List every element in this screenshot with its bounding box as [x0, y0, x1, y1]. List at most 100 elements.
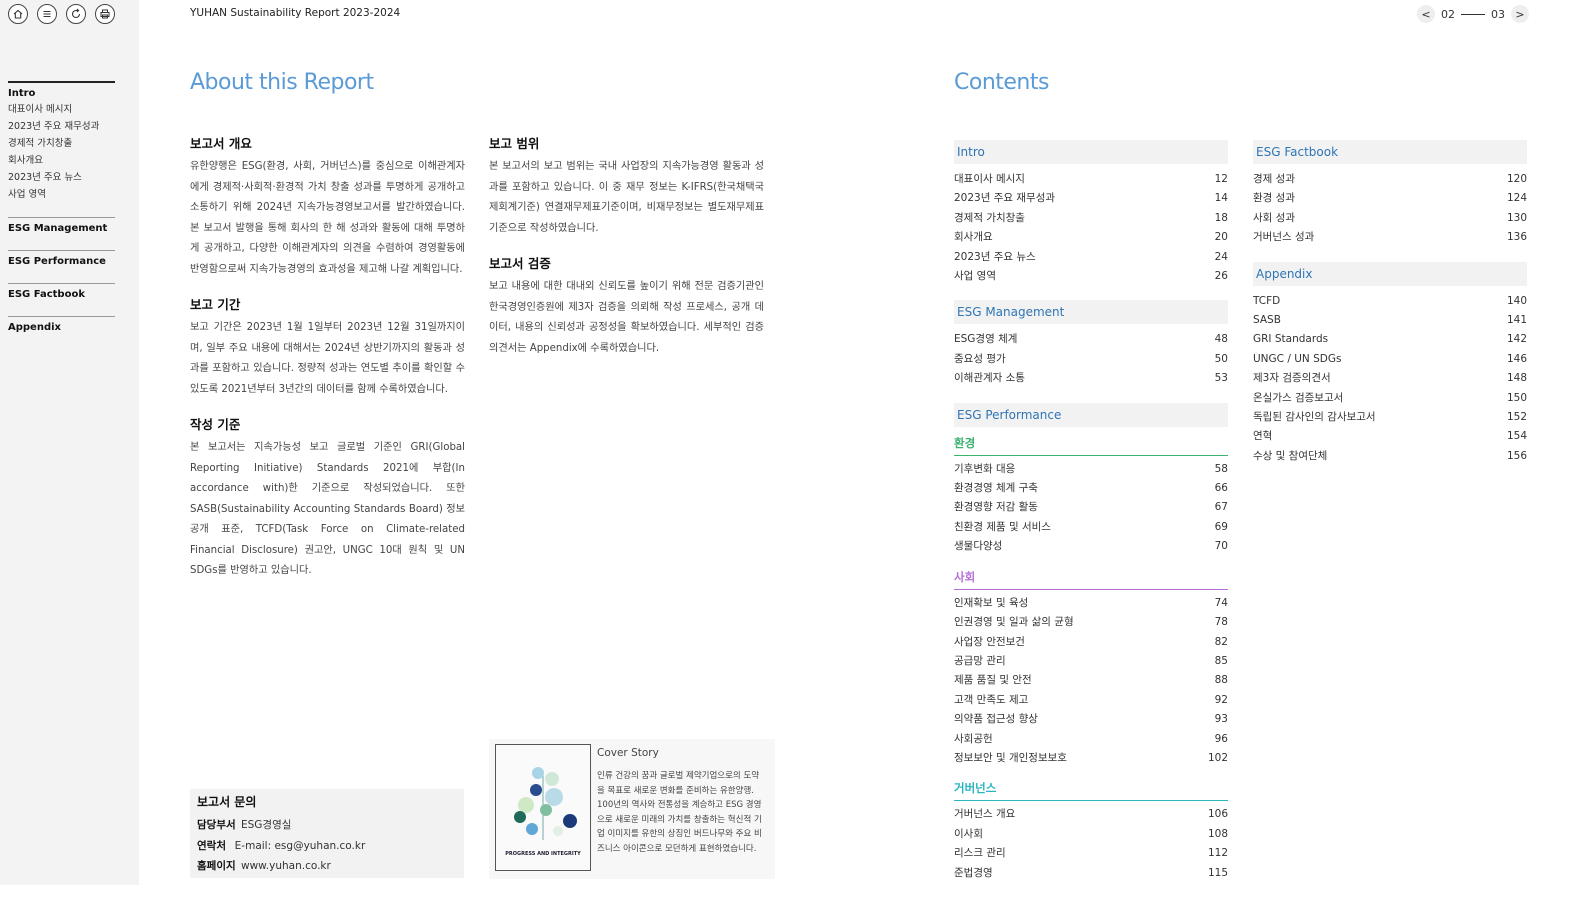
toc-entry-page: 92: [1214, 693, 1228, 706]
toc-entry[interactable]: 2023년 주요 재무성과 14: [954, 189, 1228, 208]
section-heading: 보고 기간: [190, 297, 241, 312]
toc-entry-label: 환경경영 체계 구축: [954, 482, 1038, 495]
nav-title-esg-management[interactable]: ESG Management: [8, 221, 115, 236]
toc-entry-page: 20: [1214, 231, 1228, 244]
toc-group-heading[interactable]: ESG Performance: [954, 402, 1228, 427]
toc-group-heading[interactable]: Intro: [954, 140, 1228, 164]
back-button[interactable]: [66, 4, 86, 24]
toc-entry-page: 69: [1214, 520, 1228, 533]
toc-entry-page: 148: [1506, 372, 1527, 385]
toc-entry[interactable]: 제3자 검증의견서 148: [1253, 369, 1527, 388]
nav-title-intro[interactable]: Intro: [8, 86, 115, 101]
toc-entry[interactable]: 2023년 주요 뉴스 24: [954, 248, 1228, 267]
toc-entry-label: 사업 영역: [954, 270, 996, 283]
toc-entry-label: 생물다양성: [954, 540, 1003, 553]
section-heading: 보고 범위: [489, 136, 540, 151]
toc-entry-label: 사업장 안전보건: [954, 635, 1025, 648]
toc-entry[interactable]: 제품 품질 및 안전 88: [954, 671, 1228, 690]
print-button[interactable]: [95, 4, 115, 24]
toc-entry[interactable]: 경제적 가치창출 18: [954, 209, 1228, 228]
toc-entry[interactable]: SASB 141: [1253, 311, 1527, 330]
toc-entry[interactable]: 리스크 관리 112: [954, 844, 1228, 863]
toc-entry[interactable]: UNGC / UN SDGs 146: [1253, 350, 1527, 369]
toc-subheading[interactable]: 환경: [954, 433, 1228, 456]
section-body: 유한양행은 ESG(환경, 사회, 거버넌스)를 중심으로 이해관계자에게 경제…: [190, 161, 465, 275]
toc-entry[interactable]: TCFD 140: [1253, 292, 1527, 311]
contents-title: Contents: [954, 70, 1049, 95]
toc-entry[interactable]: 고객 만족도 제고 92: [954, 691, 1228, 710]
toc-entry[interactable]: ESG경영 체계 48: [954, 330, 1228, 349]
toc-entry[interactable]: 온실가스 검증보고서 150: [1253, 389, 1527, 408]
toc-entry[interactable]: 정보보안 및 개인정보보호 102: [954, 749, 1228, 768]
toc-entry[interactable]: 사회 성과 130: [1253, 209, 1527, 228]
toc-entry-label: 중요성 평가: [954, 352, 1006, 365]
nav-item[interactable]: 회사개요: [8, 152, 115, 169]
toc-entry-page: 154: [1506, 430, 1527, 443]
page-number-left: 02: [1441, 7, 1455, 21]
nav-item[interactable]: 2023년 주요 뉴스: [8, 169, 115, 186]
menu-icon: [43, 10, 51, 18]
toc-entry-page: 48: [1214, 333, 1228, 346]
toc-entry[interactable]: 독립된 감사인의 감사보고서 152: [1253, 408, 1527, 427]
toc-entry-label: 2023년 주요 뉴스: [954, 250, 1036, 263]
toc-entry[interactable]: 중요성 평가 50: [954, 350, 1228, 369]
home-button[interactable]: [8, 4, 28, 24]
sidebar-nav: Intro 대표이사 메시지 2023년 주요 재무성과 경제적 가치창출 회사…: [8, 81, 115, 349]
prev-page-button[interactable]: <: [1417, 5, 1435, 23]
toc-entry[interactable]: 수상 및 참여단체 156: [1253, 447, 1527, 466]
toc-entry[interactable]: 이사회 108: [954, 825, 1228, 844]
toc-subheading[interactable]: 거버넌스: [954, 778, 1228, 802]
toc-entry[interactable]: 사회공헌 96: [954, 730, 1228, 749]
toc-column-left: Intro 대표이사 메시지 12 2023년 주요 재무성과 14 경제적 가치창출 18…: [954, 140, 1228, 905]
toc-entry[interactable]: 경제 성과 120: [1253, 170, 1527, 189]
nav-title-appendix[interactable]: Appendix: [8, 320, 115, 335]
toc-entry-page: 18: [1214, 211, 1228, 224]
nav-item[interactable]: 대표이사 메시지: [8, 101, 115, 118]
toc-entry[interactable]: 준법경영 115: [954, 864, 1228, 883]
next-page-button[interactable]: >: [1511, 5, 1529, 23]
nav-item[interactable]: 2023년 주요 재무성과: [8, 118, 115, 135]
toc-entry[interactable]: 인권경영 및 일과 삶의 균형 78: [954, 613, 1228, 632]
toc-entry[interactable]: 환경 성과 124: [1253, 189, 1527, 208]
toc-entry[interactable]: 이해관계자 소통 53: [954, 369, 1228, 388]
menu-button[interactable]: [37, 4, 57, 24]
toc-entry[interactable]: 회사개요 20: [954, 228, 1228, 247]
toc-group: Appendix TCFD 140 SASB 141 GRI Standards 142 UN…: [1253, 261, 1527, 467]
toc-entry[interactable]: 사업 영역 26: [954, 267, 1228, 286]
toc-entry[interactable]: 대표이사 메시지 12: [954, 170, 1228, 189]
toc-entry[interactable]: 생물다양성 70: [954, 537, 1228, 556]
toc-entry-page: 85: [1214, 654, 1228, 667]
toc-entry[interactable]: GRI Standards 142: [1253, 330, 1527, 349]
report-title: YUHAN Sustainability Report 2023-2024: [190, 7, 401, 19]
toc-entry-label: 이해관계자 소통: [954, 372, 1025, 385]
toc-entry[interactable]: 거버넌스 성과 136: [1253, 228, 1527, 247]
nav-title-esg-factbook[interactable]: ESG Factbook: [8, 287, 115, 302]
toc-group-heading[interactable]: ESG Factbook: [1253, 140, 1527, 164]
toc-entry-page: 112: [1207, 847, 1228, 860]
toc-entry[interactable]: 연혁 154: [1253, 427, 1527, 446]
toc-entry[interactable]: 인재확보 및 육성 74: [954, 594, 1228, 613]
section-body: 보고 내용에 대한 대내외 신뢰도를 높이기 위해 전문 검증기관인 한국경영인…: [489, 281, 764, 354]
toc-entry[interactable]: 환경영향 저감 활동 67: [954, 498, 1228, 517]
toc-subheading[interactable]: 사회: [954, 567, 1228, 590]
toc-group-heading[interactable]: Appendix: [1253, 261, 1527, 286]
toc-entry[interactable]: 거버넌스 개요 106: [954, 805, 1228, 824]
nav-item[interactable]: 경제적 가치창출: [8, 135, 115, 152]
contact-email[interactable]: 연락처 E-mail: esg@yuhan.co.kr: [197, 836, 457, 857]
toc-entry[interactable]: 환경경영 체계 구축 66: [954, 479, 1228, 498]
nav-item[interactable]: 사업 영역: [8, 186, 115, 203]
toc-spacer: [954, 883, 1228, 891]
section-heading: 작성 기준: [190, 417, 241, 432]
toc-entry[interactable]: 의약품 접근성 향상 93: [954, 710, 1228, 729]
contact-website[interactable]: 홈페이지 www.yuhan.co.kr: [197, 856, 457, 877]
toc-group: ESG Performance 환경기후변화 대응 58 환경경영 체계 구축 66 환경…: [954, 402, 1228, 891]
toc-entry[interactable]: 사업장 안전보건 82: [954, 633, 1228, 652]
toc-spacer: [954, 557, 1228, 565]
toc-entry[interactable]: 친환경 제품 및 서비스 69: [954, 518, 1228, 537]
toc-group-heading[interactable]: ESG Management: [954, 300, 1228, 325]
toc-entry-page: 108: [1207, 827, 1228, 840]
nav-title-esg-performance[interactable]: ESG Performance: [8, 254, 115, 269]
toc-entry-page: 140: [1506, 294, 1527, 307]
toc-entry[interactable]: 기후변화 대응 58: [954, 460, 1228, 479]
toc-entry[interactable]: 공급망 관리 85: [954, 652, 1228, 671]
